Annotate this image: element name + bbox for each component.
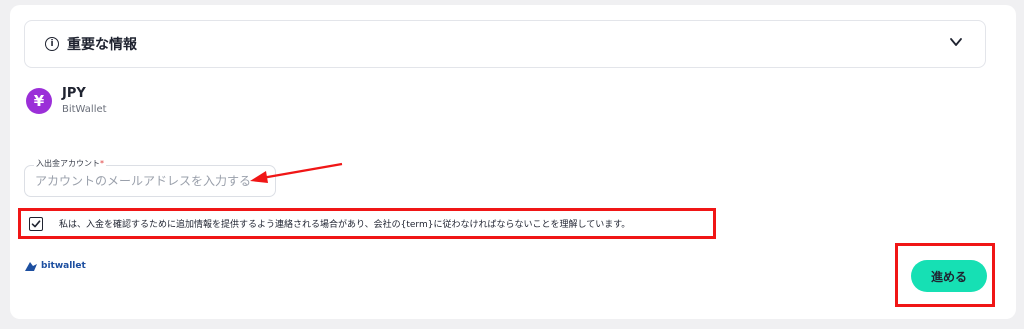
- brand-name: bitwallet: [41, 261, 86, 271]
- required-mark: *: [100, 159, 104, 168]
- consent-highlight: 私は、入金を確認するために追加情報を提供するよう連絡される場合があり、会社の{t…: [18, 208, 716, 239]
- consent-checkbox[interactable]: [29, 216, 43, 231]
- checkmark-icon: [31, 219, 41, 227]
- accordion-title: 重要な情報: [67, 37, 137, 53]
- currency-provider: BitWallet: [62, 104, 107, 115]
- yen-icon: ¥: [26, 88, 52, 114]
- important-info-accordion[interactable]: i 重要な情報: [24, 20, 986, 68]
- annotation-arrow-icon: [250, 162, 343, 183]
- consent-text: 私は、入金を確認するために追加情報を提供するよう連絡される場合があり、会社の{t…: [59, 220, 631, 230]
- currency-info: ¥ JPY BitWallet: [26, 86, 107, 117]
- bitwallet-logo: bitwallet: [24, 260, 86, 272]
- currency-code: JPY: [62, 86, 86, 101]
- chevron-down-icon[interactable]: [949, 35, 963, 49]
- account-field-label: 入出金アカウント*: [34, 158, 106, 169]
- account-email-input[interactable]: [24, 165, 276, 197]
- proceed-button[interactable]: 進める: [911, 260, 987, 292]
- info-circle-icon: i: [45, 37, 59, 51]
- bitwallet-logo-icon: [25, 262, 37, 271]
